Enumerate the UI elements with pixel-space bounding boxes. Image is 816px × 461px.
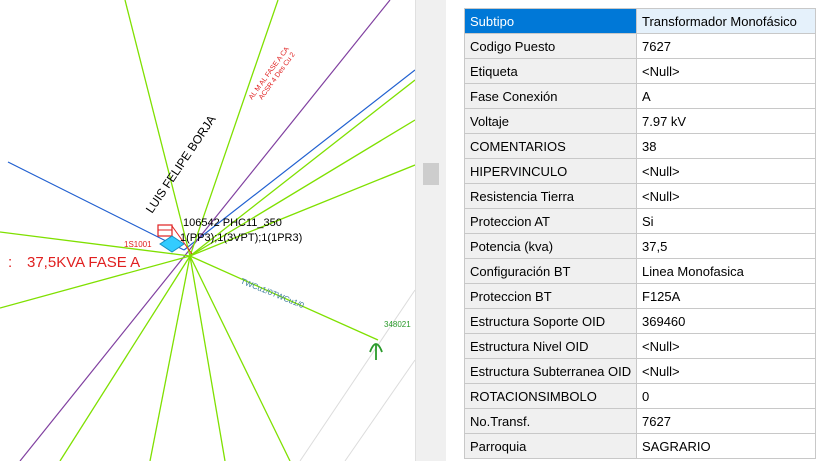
road-edge [299, 289, 415, 461]
panel-gap [446, 0, 464, 461]
attribute-field-name: Potencia (kva) [464, 233, 637, 259]
capacity-label-prefix: : [8, 254, 12, 271]
map-canvas[interactable]: LUIS FELIPE BORJA AL M AL FASE A CA ACSR… [0, 0, 415, 461]
node-config-label: 1(PP3);1(3VPT);1(1PR3) [180, 232, 302, 244]
attribute-row[interactable]: HIPERVINCULO <Null> [464, 158, 816, 184]
meter-symbol-icon[interactable] [369, 343, 383, 360]
attribute-row[interactable]: Etiqueta <Null> [464, 58, 816, 84]
attribute-field-name: Estructura Soporte OID [464, 308, 637, 334]
attribute-row[interactable]: Estructura Subterranea OID <Null> [464, 358, 816, 384]
attribute-row[interactable]: Configuración BT Linea Monofasica [464, 258, 816, 284]
attribute-field-name: Voltaje [464, 108, 637, 134]
attribute-row[interactable]: Parroquia SAGRARIO [464, 433, 816, 459]
attribute-row[interactable]: Potencia (kva) 37,5 [464, 233, 816, 259]
feeder-lines [0, 0, 415, 461]
street-name-label: LUIS FELIPE BORJA [143, 113, 219, 216]
attribute-field-name: Configuración BT [464, 258, 637, 284]
attribute-value[interactable]: A [636, 83, 816, 109]
attribute-value[interactable]: Si [636, 208, 816, 234]
attribute-value[interactable]: <Null> [636, 158, 816, 184]
attribute-field-name: Estructura Nivel OID [464, 333, 637, 359]
attribute-field-name: Resistencia Tierra [464, 183, 637, 209]
attribute-value[interactable]: SAGRARIO [636, 433, 816, 459]
boundary-line [19, 0, 391, 461]
vertical-scrollbar[interactable] [415, 0, 446, 461]
attribute-field-name: Codigo Puesto [464, 33, 637, 59]
attribute-value[interactable]: 369460 [636, 308, 816, 334]
attribute-value[interactable]: 37,5 [636, 233, 816, 259]
attribute-value[interactable]: <Null> [636, 183, 816, 209]
attribute-value[interactable]: F125A [636, 283, 816, 309]
attribute-value[interactable]: 7.97 kV [636, 108, 816, 134]
attribute-value[interactable]: 0 [636, 383, 816, 409]
attribute-field-name: Etiqueta [464, 58, 637, 84]
attribute-row[interactable]: Codigo Puesto 7627 [464, 33, 816, 59]
attribute-value[interactable]: <Null> [636, 358, 816, 384]
attribute-row[interactable]: Estructura Soporte OID 369460 [464, 308, 816, 334]
road-edge [344, 359, 415, 461]
capacity-label: 37,5KVA FASE A [27, 254, 140, 271]
attribute-field-name: Subtipo [464, 8, 637, 34]
attribute-field-name: Proteccion BT [464, 283, 637, 309]
attribute-field-name: COMENTARIOS [464, 133, 637, 159]
attribute-row[interactable]: ROTACIONSIMBOLO 0 [464, 383, 816, 409]
attribute-value[interactable]: <Null> [636, 58, 816, 84]
cable-label: TWCu1/0TWCu1/0 [239, 277, 306, 311]
map-view[interactable]: LUIS FELIPE BORJA AL M AL FASE A CA ACSR… [0, 0, 415, 461]
attribute-row[interactable]: No.Transf. 7627 [464, 408, 816, 434]
transformer-code-label: 1S1001 [124, 240, 152, 249]
node-id-label: 106542 PHC11_350 [183, 217, 282, 229]
attribute-row[interactable]: Fase Conexión A [464, 83, 816, 109]
attribute-row[interactable]: Proteccion AT Si [464, 208, 816, 234]
attribute-row[interactable]: Resistencia Tierra <Null> [464, 183, 816, 209]
attribute-value[interactable]: Transformador Monofásico [636, 8, 816, 34]
attribute-value[interactable]: Linea Monofasica [636, 258, 816, 284]
attribute-value[interactable]: 38 [636, 133, 816, 159]
attribute-field-name: No.Transf. [464, 408, 637, 434]
attribute-field-name: Parroquia [464, 433, 637, 459]
node-id-label-right: 348021 [384, 320, 411, 329]
attribute-value[interactable]: 7627 [636, 33, 816, 59]
attribute-field-name: Fase Conexión [464, 83, 637, 109]
attribute-row[interactable]: Proteccion BT F125A [464, 283, 816, 309]
attribute-value[interactable]: 7627 [636, 408, 816, 434]
attribute-table: Subtipo Transformador Monofásico Codigo Pu… [464, 8, 816, 459]
attribute-field-name: ROTACIONSIMBOLO [464, 383, 637, 409]
attribute-field-name: HIPERVINCULO [464, 158, 637, 184]
attribute-field-name: Proteccion AT [464, 208, 637, 234]
attribute-value[interactable]: <Null> [636, 333, 816, 359]
attribute-row[interactable]: Estructura Nivel OID <Null> [464, 333, 816, 359]
scrollbar-thumb[interactable] [423, 163, 439, 185]
attribute-row[interactable]: COMENTARIOS 38 [464, 133, 816, 159]
attribute-row[interactable]: Voltaje 7.97 kV [464, 108, 816, 134]
attribute-field-name: Estructura Subterranea OID [464, 358, 637, 384]
attribute-row[interactable]: Subtipo Transformador Monofásico [464, 8, 816, 34]
